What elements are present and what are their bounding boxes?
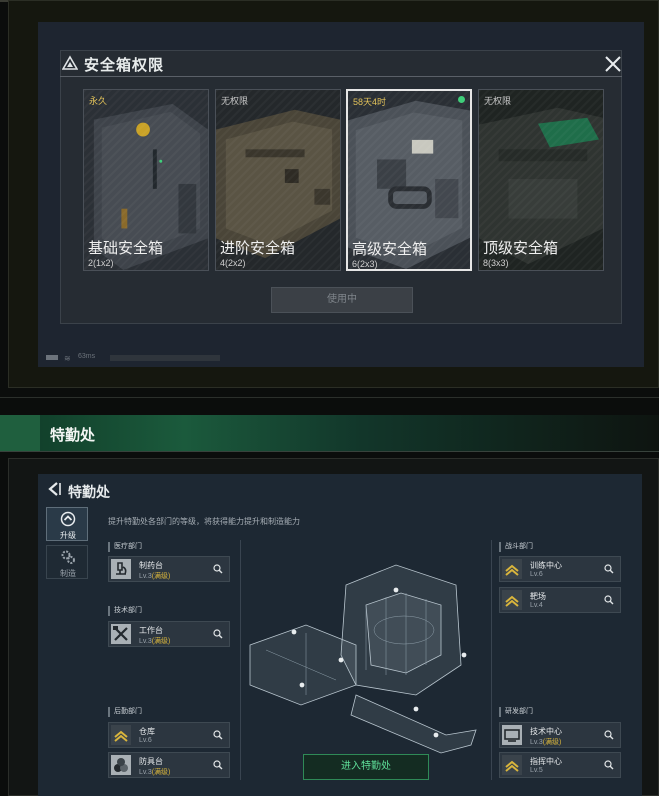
tools-icon [111, 624, 131, 644]
dialog-title: 安全箱权限 [84, 57, 165, 74]
dialog-title-divider [60, 76, 622, 77]
upgrade-icon [60, 511, 76, 527]
dept-label-combat: 战斗部门 [499, 542, 533, 552]
safebox-card-premium[interactable]: 58天4时 高级安全箱 6(2x3) [346, 89, 472, 271]
facility-level: Lv.3(满级) [139, 769, 171, 776]
facility-training-center[interactable]: 训练中心 Lv.6 [499, 556, 621, 582]
tab-upgrade[interactable]: 升级 [46, 507, 88, 541]
card-name: 顶级安全箱 [483, 240, 559, 257]
card-tag: 永久 [89, 96, 108, 106]
page-title: 特勤处 [68, 484, 110, 500]
card-name: 进阶安全箱 [220, 240, 296, 257]
facility-shooting-range[interactable]: 靶场 Lv.4 [499, 587, 621, 613]
gears-icon [61, 550, 75, 564]
dept-label-medical: 医疗部门 [108, 542, 142, 552]
facility-level: Lv.6 [139, 737, 152, 744]
section-title: 特勤处 [50, 427, 96, 444]
search-icon[interactable] [604, 564, 614, 574]
card-tag: 58天4时 [353, 97, 387, 107]
card-tag: 无权限 [484, 96, 512, 106]
search-icon[interactable] [604, 760, 614, 770]
facility-command-center[interactable]: 指挥中心 Lv.5 [499, 752, 621, 778]
in-use-button[interactable]: 使用中 [271, 287, 413, 313]
facility-level: Lv.3(满级) [530, 739, 562, 746]
ping-text: 63ms [78, 353, 96, 360]
tab-craft[interactable]: 制造 [46, 545, 88, 579]
facility-name: 工作台 [139, 626, 163, 635]
headquarters-model [249, 564, 477, 754]
section-divider [0, 397, 659, 398]
rank-chevron-icon [502, 755, 522, 775]
facility-name: 指挥中心 [530, 757, 562, 766]
search-icon[interactable] [213, 564, 223, 574]
facility-tech-center[interactable]: 技术中心 Lv.3(满级) [499, 722, 621, 748]
facility-name: 靶场 [530, 592, 546, 601]
computer-icon [502, 725, 522, 745]
facility-name: 制药台 [139, 561, 163, 570]
safebox-card-basic[interactable]: 永久 基础安全箱 2(1x2) [83, 89, 209, 271]
wifi-icon: ≋ [64, 354, 71, 363]
divider-line [240, 540, 241, 780]
facility-pharmacy[interactable]: 制药台 Lv.3(满级) [108, 556, 230, 582]
facility-level: Lv.3(满级) [139, 638, 171, 645]
card-size: 2(1x2) [88, 258, 114, 268]
search-icon[interactable] [604, 595, 614, 605]
safebox-card-top[interactable]: 无权限 顶级安全箱 8(3x3) [478, 89, 604, 271]
dept-label-logistics: 后勤部门 [108, 707, 142, 717]
tab-label: 制造 [60, 569, 76, 578]
card-size: 8(3x3) [483, 258, 509, 268]
section-divider [0, 451, 659, 452]
microscope-icon [111, 559, 131, 579]
rank-chevron-icon [111, 725, 131, 745]
enter-special-service-button[interactable]: 进入特勤处 [303, 754, 429, 780]
tab-label: 升级 [60, 531, 76, 540]
divider-line [491, 540, 492, 780]
rank-chevron-icon [502, 559, 522, 579]
card-name: 高级安全箱 [352, 241, 428, 258]
dept-label-tech: 技术部门 [108, 606, 142, 616]
card-name: 基础安全箱 [88, 240, 164, 257]
search-icon[interactable] [213, 760, 223, 770]
rank-chevron-icon [502, 590, 522, 610]
section-header-accent [0, 415, 40, 451]
facility-name: 技术中心 [530, 727, 562, 736]
back-arrow-icon[interactable] [46, 481, 62, 497]
warning-triangle-icon [62, 55, 78, 70]
facility-level: Lv.5 [530, 767, 543, 774]
section-header [0, 415, 659, 451]
battery-icon [46, 355, 58, 360]
facility-armor-bench[interactable]: 防具台 Lv.3(满级) [108, 752, 230, 778]
status-strip [110, 355, 220, 361]
facility-level: Lv.4 [530, 602, 543, 609]
facility-name: 训练中心 [530, 561, 562, 570]
search-icon[interactable] [213, 730, 223, 740]
facility-name: 仓库 [139, 727, 155, 736]
facility-level: Lv.6 [530, 571, 543, 578]
selected-indicator [458, 96, 465, 103]
armor-icon [111, 755, 131, 775]
card-size: 6(2x3) [352, 259, 378, 269]
facility-level: Lv.3(满级) [139, 573, 171, 580]
dept-label-research: 研发部门 [499, 707, 533, 717]
facility-name: 防具台 [139, 757, 163, 766]
search-icon[interactable] [604, 730, 614, 740]
card-tag: 无权限 [221, 96, 249, 106]
card-size: 4(2x2) [220, 258, 246, 268]
close-icon[interactable] [604, 55, 622, 73]
page-description: 提升特勤处各部门的等级，将获得能力提升和制造能力 [108, 517, 300, 526]
facility-warehouse[interactable]: 仓库 Lv.6 [108, 722, 230, 748]
safebox-card-advanced[interactable]: 无权限 进阶安全箱 4(2x2) [215, 89, 341, 271]
facility-workbench[interactable]: 工作台 Lv.3(满级) [108, 621, 230, 647]
search-icon[interactable] [213, 629, 223, 639]
